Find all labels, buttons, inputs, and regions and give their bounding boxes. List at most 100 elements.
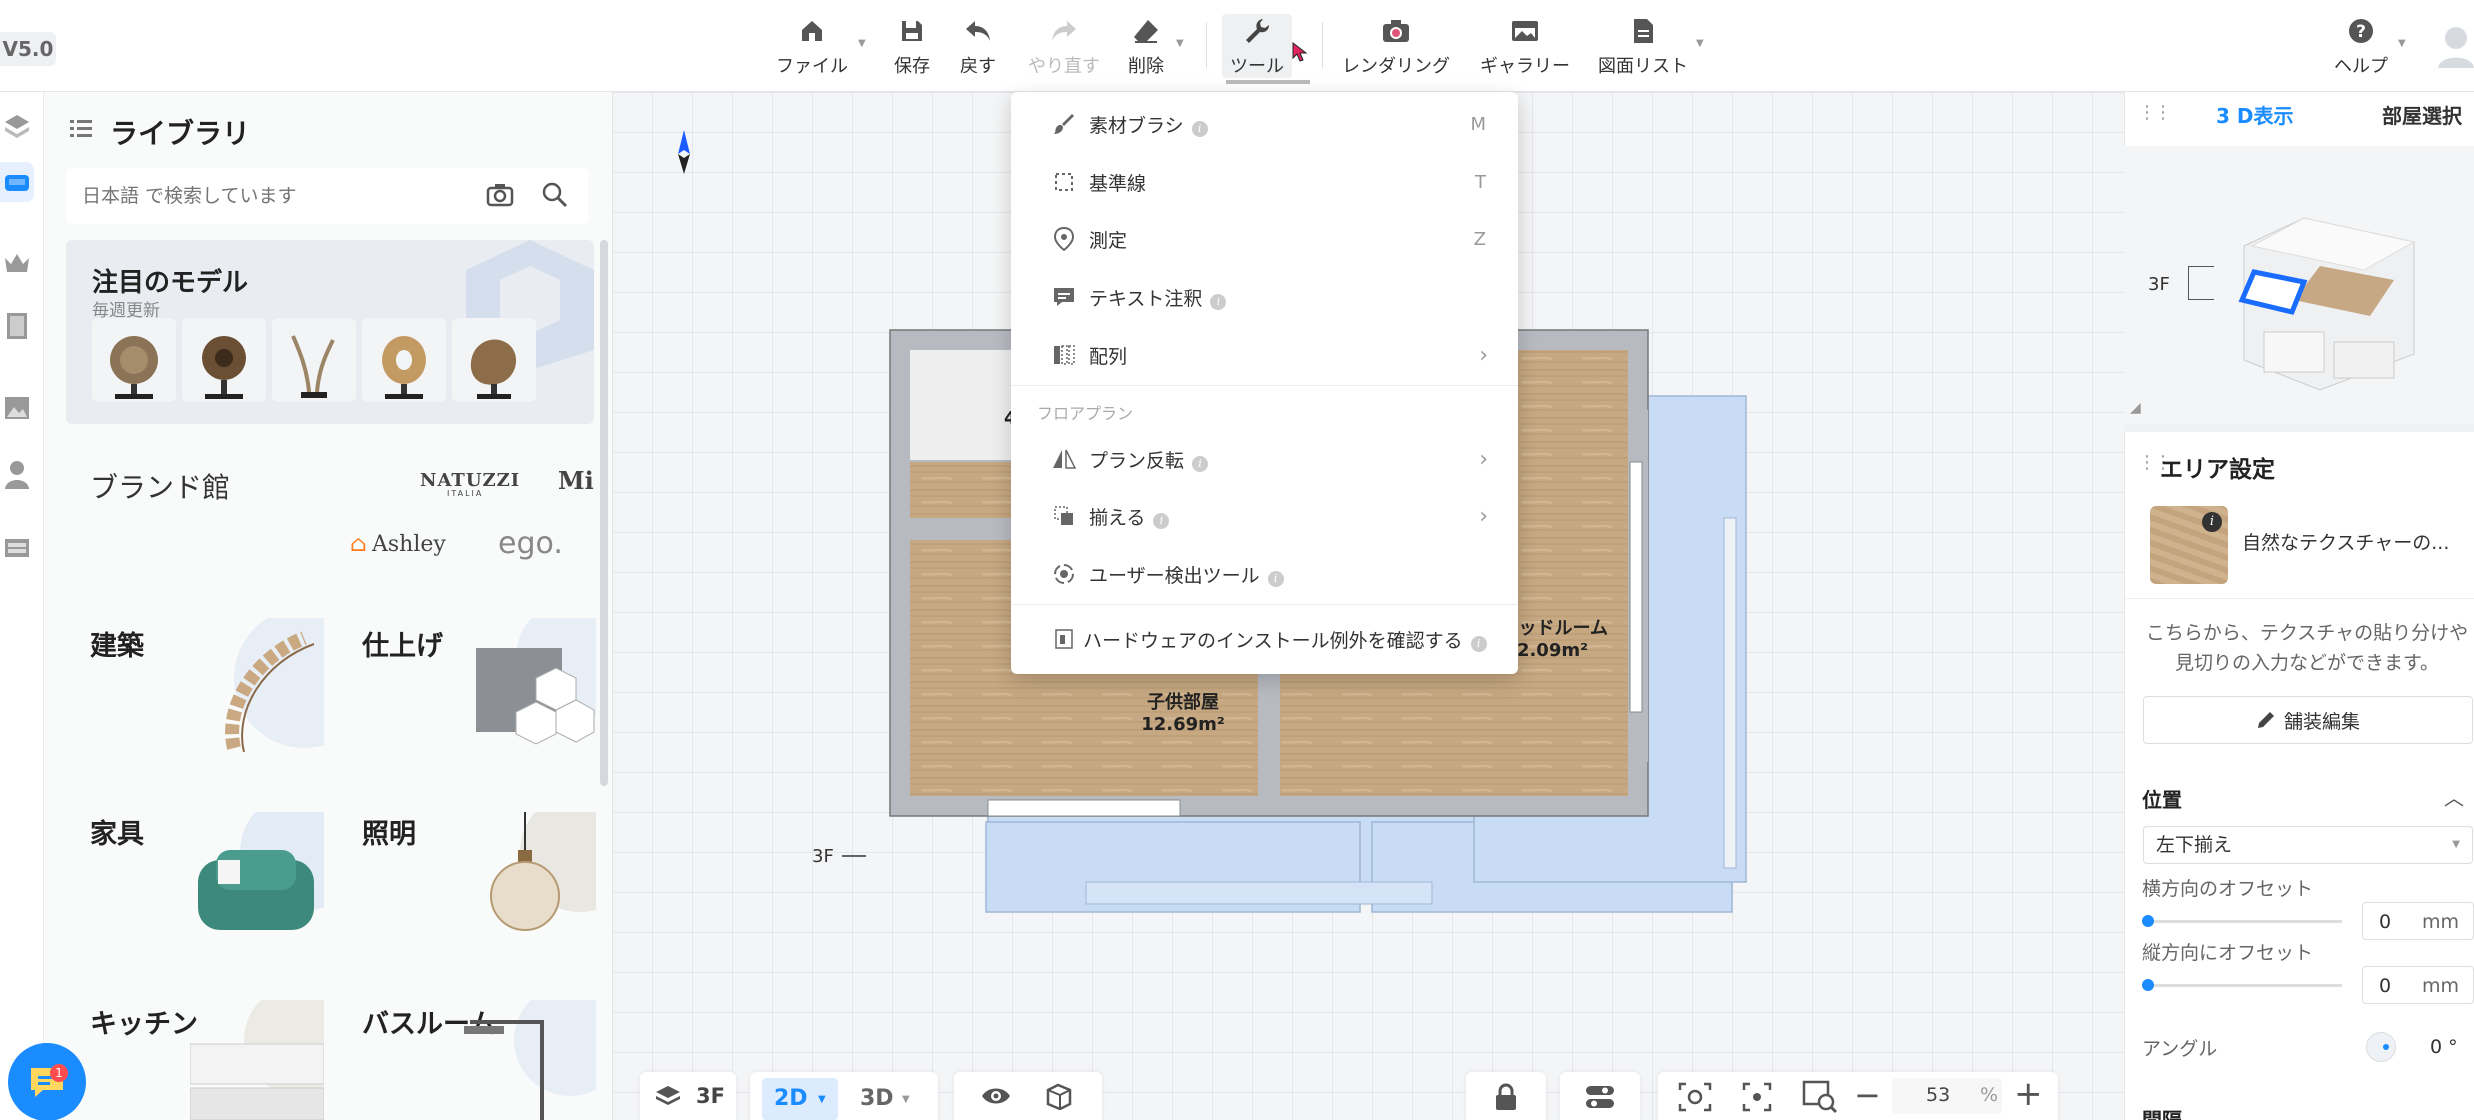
menu-item-measure[interactable]: 測定 Z	[1011, 210, 1518, 268]
mode-2d-label: 2D	[774, 1086, 808, 1111]
drawing-list-button[interactable]: 図面リスト	[1598, 14, 1688, 78]
zoom-input[interactable]: 53 %	[1892, 1078, 2002, 1114]
info-icon[interactable]: i	[1267, 570, 1284, 587]
drag-handle-icon[interactable]: ⋮⋮	[2138, 102, 2172, 123]
toolbar-divider	[1206, 22, 1207, 68]
featured-thumbnail[interactable]	[92, 318, 176, 402]
delete-button[interactable]: 削除	[1128, 14, 1164, 78]
focus-icon[interactable]	[1742, 1082, 1772, 1112]
info-icon[interactable]: i	[1210, 293, 1227, 310]
help-button[interactable]: ? ヘルプ	[2334, 14, 2388, 78]
brand-logo-ego[interactable]: ego.	[498, 526, 563, 561]
array-icon	[1051, 342, 1077, 368]
chevron-down-icon[interactable]: ▼	[1176, 38, 1184, 49]
menu-item-label: 配列	[1089, 345, 1128, 368]
file-button[interactable]: ファイル	[776, 14, 848, 78]
mode-3d-button[interactable]: 3D ▼	[850, 1078, 926, 1120]
save-button[interactable]: 保存	[894, 14, 930, 78]
tools-button[interactable]: ツール	[1222, 14, 1292, 78]
zoom-in-button[interactable]: +	[2014, 1074, 2043, 1114]
chevron-up-icon[interactable]: ︿	[2444, 782, 2464, 811]
tab-room-select[interactable]: 部屋選択	[2382, 100, 2462, 129]
lock-button[interactable]	[1466, 1072, 1546, 1120]
menu-item-hardware-check[interactable]: ハードウェアのインストール例外を確認する i	[1011, 610, 1518, 668]
gallery-button[interactable]: ギャラリー	[1480, 14, 1570, 78]
chevron-down-icon[interactable]: ▼	[2398, 38, 2406, 49]
info-icon[interactable]: i	[1153, 512, 1170, 529]
person-icon[interactable]	[0, 454, 34, 494]
info-icon[interactable]: i	[1470, 635, 1487, 652]
camera-search-icon[interactable]	[486, 182, 514, 212]
category-kitchen[interactable]: キッチン	[90, 1002, 198, 1041]
category-architecture[interactable]: 建築	[90, 624, 144, 663]
v-offset-slider[interactable]	[2142, 979, 2342, 991]
redo-button[interactable]: やり直す	[1028, 14, 1100, 78]
library-scrollbar[interactable]	[600, 240, 608, 786]
tab-3d-view[interactable]: 3 D表示	[2216, 100, 2293, 129]
search-icon[interactable]	[542, 182, 568, 212]
zoom-area-icon[interactable]	[1802, 1080, 1838, 1114]
eye-icon[interactable]	[980, 1084, 1012, 1108]
info-icon[interactable]: i	[2202, 512, 2222, 532]
menu-item-user-detection[interactable]: ユーザー検出ツール i	[1011, 545, 1518, 603]
zoom-value: 53	[1926, 1084, 1951, 1106]
menu-item-array[interactable]: 配列 ›	[1011, 326, 1518, 384]
info-icon[interactable]: i	[1191, 120, 1208, 137]
category-finishes[interactable]: 仕上げ	[362, 624, 443, 663]
chevron-down-icon[interactable]: ▼	[858, 38, 866, 49]
undo-button[interactable]: 戻す	[960, 14, 996, 78]
category-furniture[interactable]: 家具	[90, 812, 144, 851]
featured-thumbnail[interactable]	[272, 318, 356, 402]
pave-edit-button[interactable]: 舗装編集	[2143, 696, 2473, 744]
mini-3d-preview[interactable]: 3F ◢	[2124, 146, 2474, 424]
menu-item-guideline[interactable]: 基準線 T	[1011, 153, 1518, 211]
chevron-down-icon[interactable]: ▼	[1696, 38, 1704, 49]
list-icon[interactable]	[70, 118, 92, 142]
fit-view-icon[interactable]	[1678, 1082, 1712, 1112]
chevron-right-icon: ›	[1479, 446, 1488, 472]
cabinet-icon[interactable]	[0, 528, 34, 568]
angle-dial[interactable]	[2366, 1032, 2396, 1062]
brand-logo-ashley[interactable]: Ashley	[372, 532, 446, 557]
search-input[interactable]	[82, 178, 462, 214]
crown-icon[interactable]	[0, 242, 34, 282]
avatar[interactable]	[2436, 24, 2474, 72]
mode-2d-button[interactable]: 2D ▼	[762, 1078, 838, 1120]
featured-models-card[interactable]: 注目のモデル 毎週更新	[66, 240, 594, 424]
h-offset-input[interactable]: 0 mm	[2362, 902, 2474, 940]
brand-logo-natuzzi[interactable]: NATUZZI	[420, 470, 520, 491]
floor-selector[interactable]: 3F	[640, 1072, 736, 1120]
category-lighting[interactable]: 照明	[362, 812, 416, 851]
landscape-icon[interactable]	[0, 388, 34, 428]
rendering-button[interactable]: レンダリング	[1342, 14, 1450, 78]
h-offset-slider[interactable]	[2142, 915, 2342, 927]
menu-item-align[interactable]: 揃える i ›	[1011, 487, 1518, 545]
v-offset-input[interactable]: 0 mm	[2362, 966, 2474, 1004]
door-icon[interactable]	[0, 306, 34, 346]
layers-icon[interactable]	[0, 106, 34, 146]
menu-item-material-brush[interactable]: 素材ブラシ i M	[1011, 95, 1518, 153]
featured-thumbnail[interactable]	[182, 318, 266, 402]
tile-icon	[476, 618, 596, 745]
settings-toggle-button[interactable]	[1560, 1072, 1640, 1120]
zoom-out-button[interactable]: −	[1854, 1076, 1881, 1114]
angle-value[interactable]: 0 °	[2430, 1036, 2458, 1058]
menu-item-label: テキスト注釈	[1089, 287, 1203, 310]
sofa-icon[interactable]	[0, 162, 34, 202]
menu-divider	[1011, 385, 1518, 386]
featured-thumbnail[interactable]	[452, 318, 536, 402]
box-view-icon[interactable]	[1044, 1082, 1074, 1110]
info-icon[interactable]: i	[1192, 455, 1209, 472]
featured-thumbnail[interactable]	[362, 318, 446, 402]
texture-thumbnail[interactable]: i	[2150, 506, 2228, 584]
menu-item-plan-flip[interactable]: プラン反転 i ›	[1011, 430, 1518, 488]
brand-logo-partial[interactable]: Mi	[558, 466, 594, 495]
slider-handle[interactable]	[2142, 915, 2154, 927]
slider-handle[interactable]	[2142, 979, 2154, 991]
chat-button[interactable]	[8, 1043, 86, 1120]
hardware-icon	[1051, 626, 1077, 652]
alignment-select[interactable]: 左下揃え ▼	[2143, 826, 2473, 864]
pendant-lamp-icon	[490, 812, 596, 931]
menu-item-text-note[interactable]: テキスト注釈 i	[1011, 268, 1518, 326]
resize-handle-icon[interactable]: ◢	[2130, 400, 2141, 416]
